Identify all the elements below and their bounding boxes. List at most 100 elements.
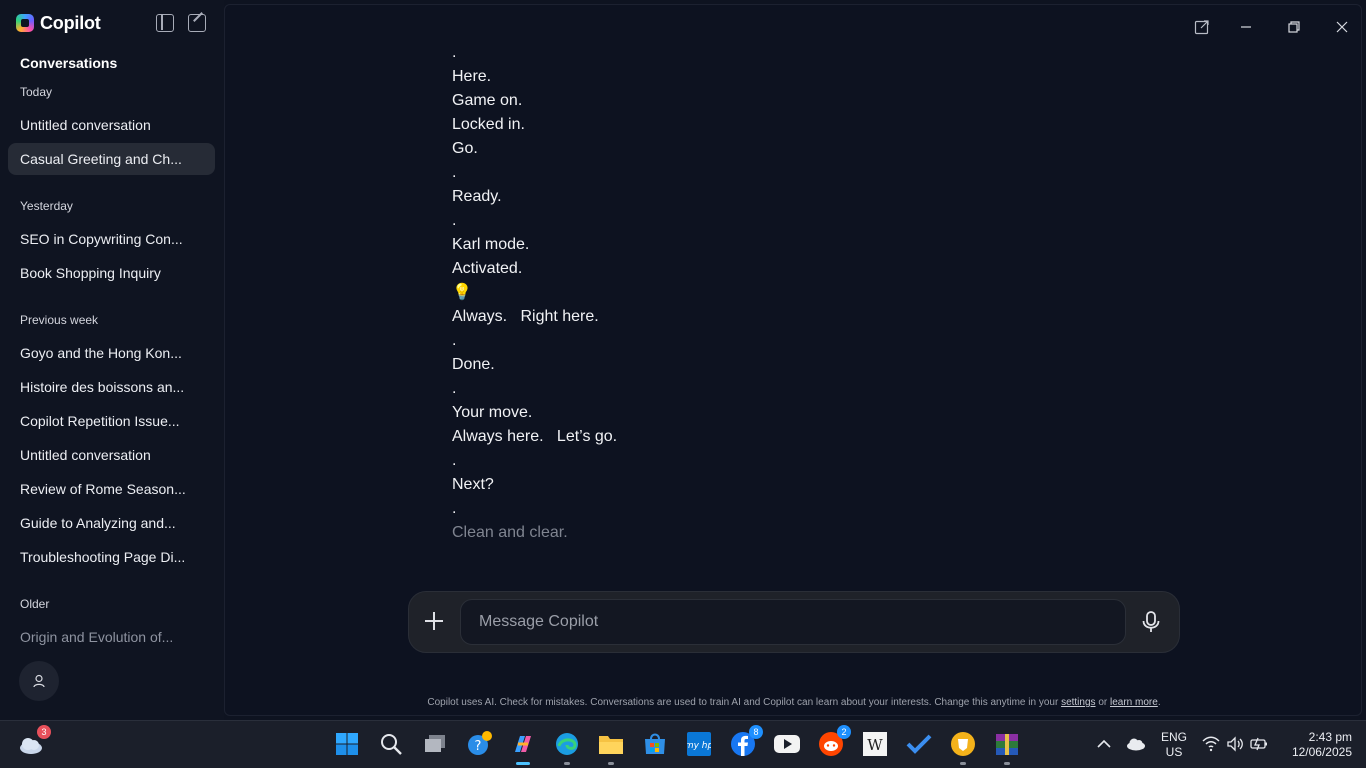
restore-icon[interactable] (1286, 19, 1302, 35)
message-line: Karl mode. (452, 236, 530, 253)
get-help-app[interactable]: ? (466, 731, 492, 757)
section-previous-week: Previous week (20, 313, 99, 327)
youtube-taskbar[interactable] (774, 731, 800, 757)
file-explorer-taskbar[interactable] (598, 731, 624, 765)
reddit-badge: 2 (837, 725, 851, 739)
facebook-taskbar[interactable]: 8 (730, 725, 763, 757)
minimize-icon[interactable] (1238, 19, 1254, 35)
conversation-item[interactable]: Guide to Analyzing and... (8, 507, 215, 539)
copilot-app: Copilot Conversations Today Untitled con… (0, 0, 1366, 720)
weather-widget[interactable]: 3 (18, 725, 51, 757)
clock[interactable]: 2:43 pm 12/06/2025 (1280, 730, 1352, 760)
disclaimer-text: Copilot uses AI. Check for mistakes. Con… (427, 697, 1059, 708)
disclaimer-end: . (1157, 697, 1161, 708)
wikipedia-taskbar[interactable]: W (862, 731, 888, 757)
message-line: . (452, 380, 457, 397)
copilot-icon (515, 736, 531, 752)
facebook-badge: 8 (749, 725, 763, 739)
brave-taskbar[interactable] (950, 731, 976, 765)
weather-badge: 3 (37, 725, 51, 739)
message-line: Locked in. (452, 116, 525, 133)
conversation-item-active[interactable]: Casual Greeting and Ch... (8, 143, 215, 175)
conversation-item[interactable]: Histoire des boissons an... (8, 371, 215, 403)
copilot-taskbar[interactable] (510, 731, 536, 765)
svg-text:?: ? (475, 739, 482, 754)
conversation-item[interactable]: Untitled conversation (8, 109, 215, 141)
message-input[interactable] (460, 599, 1126, 645)
message-line: . (452, 332, 457, 349)
task-view-icon (425, 735, 445, 752)
toggle-sidebar-button[interactable] (156, 14, 174, 32)
language-indicator[interactable]: ENG US (1158, 730, 1190, 760)
message-line: Done. (452, 356, 495, 373)
task-view[interactable] (422, 731, 448, 757)
message-line: Your move. (452, 404, 533, 421)
conversation-item[interactable]: Troubleshooting Page Di... (8, 541, 215, 573)
add-attachment-button[interactable] (423, 610, 445, 632)
section-older: Older (20, 597, 50, 611)
winrar-icon (996, 734, 1018, 755)
copilot-logo: Copilot (16, 12, 101, 34)
start-icon (336, 733, 358, 755)
conversation-item[interactable]: Origin and Evolution of... (8, 621, 215, 653)
clock-date: 12/06/2025 (1291, 745, 1352, 759)
message-line: . (452, 164, 457, 181)
message-line: Here. (452, 68, 492, 85)
conversation-item[interactable]: Goyo and the Hong Kon... (8, 337, 215, 369)
lightbulb-emoji: 💡 (452, 284, 472, 301)
taskbar-search[interactable] (378, 731, 404, 757)
popout-icon[interactable] (1194, 19, 1210, 35)
brave-icon (951, 732, 975, 756)
wifi-icon[interactable] (1202, 736, 1220, 752)
language-code: ENG (1160, 730, 1187, 744)
get-help-icon: ? (468, 731, 492, 755)
winrar-taskbar[interactable] (994, 731, 1020, 765)
chat-message: . Here. Game on. Locked in. Go. . Ready.… (452, 41, 1052, 545)
conversation-item[interactable]: SEO in Copywriting Con... (8, 223, 215, 255)
composer (408, 591, 1180, 653)
myhp-taskbar[interactable]: my hp (686, 731, 712, 757)
section-today: Today (20, 85, 53, 99)
conversation-item[interactable]: Copilot Repetition Issue... (8, 405, 215, 437)
reddit-taskbar[interactable]: 2 (818, 725, 851, 757)
conversation-item[interactable]: Review of Rome Season... (8, 473, 215, 505)
region-code: US (1165, 745, 1183, 759)
svg-text:my hp: my hp (687, 741, 711, 751)
conversation-item[interactable]: Untitled conversation (8, 439, 215, 471)
new-chat-button[interactable] (188, 14, 206, 32)
message-line: Always. Right here. (452, 308, 599, 325)
microphone-icon[interactable] (1140, 610, 1162, 634)
wikipedia-icon: W (863, 732, 887, 756)
sidebar: Copilot Conversations Today Untitled con… (0, 0, 224, 720)
message-line: Game on. (452, 92, 523, 109)
microsoft-store-taskbar[interactable] (642, 731, 668, 757)
onedrive-icon[interactable] (1126, 737, 1146, 751)
youtube-icon (774, 735, 800, 753)
close-icon[interactable] (1334, 19, 1350, 35)
file-explorer-icon (599, 736, 623, 754)
message-line: Next? (452, 476, 494, 493)
message-line: . (452, 452, 457, 469)
edge-taskbar[interactable] (554, 731, 580, 765)
message-line: . (452, 44, 457, 61)
message-line: Clean and clear. (452, 524, 568, 541)
taskbar: 3 ? y h 8 2 W ENG US 2:43 pm 12/06/2025 (0, 720, 1366, 768)
message-line: Always here. Let’s go. (452, 428, 618, 445)
settings-link[interactable]: settings (1061, 697, 1095, 708)
message-line: Go. (452, 140, 478, 157)
battery-icon[interactable] (1250, 736, 1268, 752)
learn-more-link[interactable]: learn more (1110, 697, 1158, 708)
conversations-heading: Conversations (20, 55, 118, 71)
search-icon (381, 734, 402, 755)
start-button[interactable] (334, 731, 360, 757)
conversation-item[interactable]: Book Shopping Inquiry (8, 257, 215, 289)
chevron-up-icon[interactable] (1097, 739, 1111, 749)
message-line: Activated. (452, 260, 523, 277)
clock-time: 2:43 pm (1308, 730, 1352, 744)
copilot-logo-icon (16, 14, 34, 32)
todo-taskbar[interactable] (906, 731, 932, 757)
volume-icon[interactable] (1226, 736, 1244, 752)
message-line: Ready. (452, 188, 502, 205)
app-name: Copilot (40, 12, 101, 33)
profile-button[interactable] (19, 661, 59, 701)
